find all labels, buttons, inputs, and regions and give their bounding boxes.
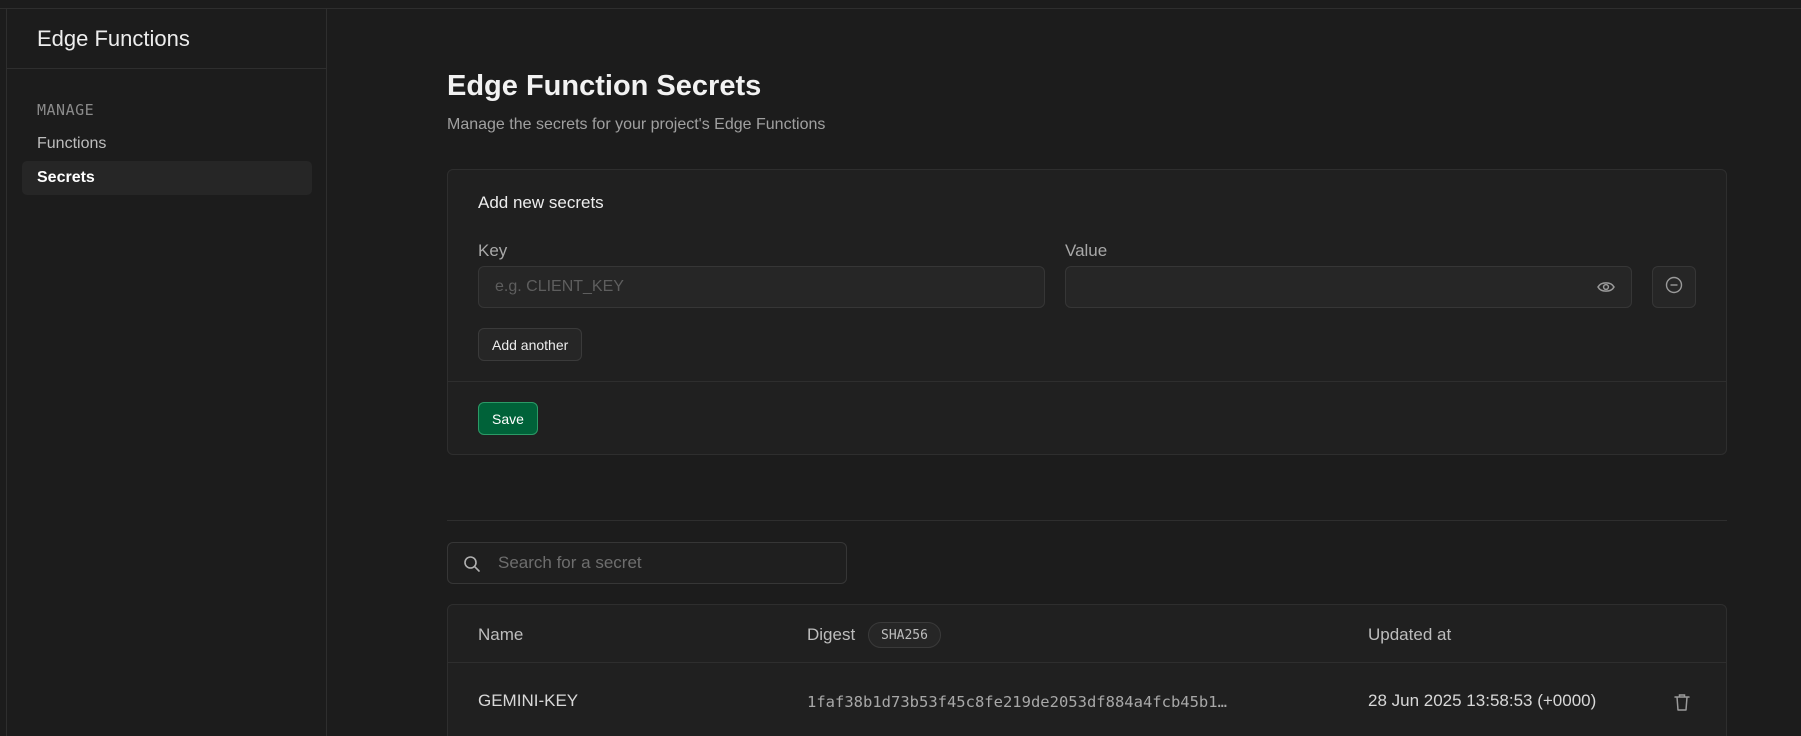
- table-header: Name Digest SHA256 Updated at: [448, 605, 1726, 663]
- value-label: Value: [1065, 241, 1108, 260]
- top-bar: [0, 0, 1801, 9]
- sidebar-item-functions[interactable]: Functions: [22, 127, 312, 161]
- card-title: Add new secrets: [478, 193, 604, 212]
- app-window: Edge Functions MANAGE Functions Secrets …: [0, 0, 1801, 736]
- search-box: [447, 542, 847, 584]
- value-input[interactable]: [1065, 266, 1632, 308]
- column-header-digest: Digest: [807, 625, 856, 644]
- secret-updated-at: 28 Jun 2025 13:58:53 (+0000): [1368, 691, 1597, 710]
- secret-name: GEMINI-KEY: [478, 691, 579, 710]
- key-input[interactable]: [478, 266, 1045, 308]
- key-label: Key: [478, 241, 508, 260]
- page-title: Edge Function Secrets: [447, 70, 762, 102]
- section-label-manage: MANAGE: [37, 101, 95, 119]
- sidebar-header: Edge Functions: [7, 9, 326, 69]
- table-row: GEMINI-KEY 1faf38b1d73b53f45c8fe219de205…: [448, 663, 1726, 736]
- digest-algorithm-badge: SHA256: [868, 622, 941, 648]
- page-subtitle: Manage the secrets for your project's Ed…: [447, 116, 826, 133]
- search-input[interactable]: [498, 543, 838, 583]
- sidebar-title: Edge Functions: [37, 25, 190, 51]
- sidebar: Edge Functions MANAGE Functions Secrets: [6, 9, 327, 736]
- add-secrets-card: Add new secrets Key Value Add another Sa…: [447, 169, 1727, 455]
- section-divider: [447, 520, 1727, 521]
- column-header-name: Name: [478, 625, 524, 644]
- card-divider: [448, 381, 1726, 382]
- secret-digest: 1faf38b1d73b53f45c8fe219de2053df884a4fcb…: [807, 693, 1227, 711]
- sidebar-item-secrets[interactable]: Secrets: [22, 161, 312, 195]
- save-button[interactable]: Save: [478, 402, 538, 435]
- search-icon: [463, 555, 481, 573]
- remove-row-button[interactable]: [1652, 266, 1696, 308]
- eye-icon[interactable]: [1597, 279, 1615, 295]
- column-header-updated: Updated at: [1368, 625, 1452, 644]
- trash-icon[interactable]: [1674, 693, 1690, 711]
- add-another-button[interactable]: Add another: [478, 328, 583, 361]
- secrets-table: Name Digest SHA256 Updated at GEMINI-KEY…: [447, 604, 1727, 736]
- minus-circle-icon: [1665, 276, 1683, 299]
